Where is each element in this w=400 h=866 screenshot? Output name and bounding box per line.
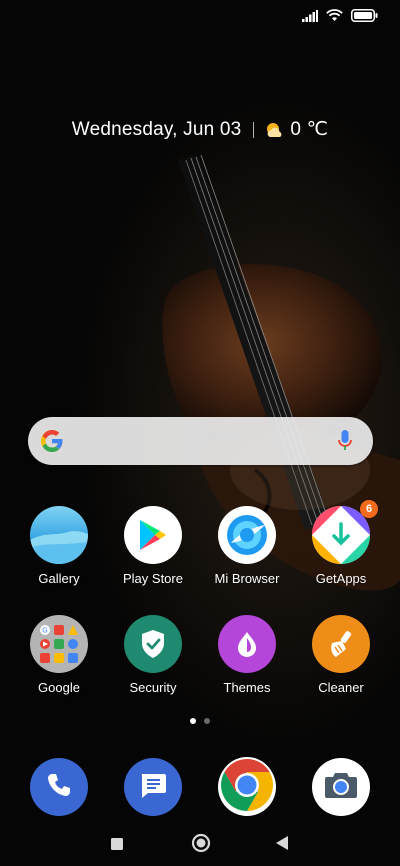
page-dot — [204, 718, 210, 724]
battery-icon — [351, 9, 378, 27]
play-store-icon — [124, 506, 182, 564]
app-mi-browser[interactable]: Mi Browser — [200, 506, 294, 596]
home-screen: Wednesday, Jun 03 0 ℃ Gallery Play Store… — [0, 0, 400, 866]
app-play-store[interactable]: Play Store — [106, 506, 200, 596]
date-weather-widget[interactable]: Wednesday, Jun 03 0 ℃ — [0, 118, 400, 141]
svg-text:G: G — [42, 628, 47, 635]
wifi-icon — [326, 9, 343, 27]
microphone-icon[interactable] — [337, 429, 353, 458]
dock-phone[interactable] — [30, 758, 88, 816]
app-label: GetApps — [315, 571, 367, 586]
themes-icon — [218, 615, 276, 673]
app-getapps[interactable]: 6 GetApps — [294, 500, 388, 596]
app-label: Play Store — [123, 571, 183, 586]
home-circle-icon[interactable] — [191, 833, 211, 858]
date-text: Wednesday, Jun 03 — [71, 118, 242, 140]
navigation-bar — [0, 830, 400, 856]
app-label: Google — [38, 680, 80, 695]
recents-square-icon[interactable] — [111, 837, 123, 855]
page-dot-active — [190, 718, 196, 724]
google-g-icon — [40, 429, 64, 458]
security-shield-icon — [124, 615, 182, 673]
getapps-icon: 6 — [312, 500, 378, 564]
mi-browser-icon — [218, 506, 276, 564]
messages-icon — [138, 771, 168, 804]
google-search-bar[interactable] — [28, 417, 373, 465]
app-cleaner[interactable]: Cleaner — [294, 615, 388, 705]
status-bar — [302, 8, 378, 28]
gallery-icon — [30, 506, 88, 564]
app-gallery[interactable]: Gallery — [12, 506, 106, 596]
dock-chrome[interactable] — [218, 756, 276, 819]
notification-badge: 6 — [360, 500, 378, 518]
page-indicator[interactable] — [0, 718, 400, 724]
app-label: Security — [129, 680, 177, 695]
phone-icon — [45, 771, 73, 804]
camera-icon — [323, 770, 359, 805]
google-folder-icon: G — [30, 615, 88, 673]
app-google-folder[interactable]: G Google — [12, 615, 106, 705]
app-label: Cleaner — [318, 680, 364, 695]
partly-sunny-icon — [264, 120, 284, 140]
app-themes[interactable]: Themes — [200, 615, 294, 705]
temperature-text: 0 ℃ — [290, 119, 329, 140]
app-label: Gallery — [38, 571, 80, 586]
dock-messages[interactable] — [124, 758, 182, 816]
back-triangle-icon[interactable] — [276, 836, 288, 855]
divider — [253, 121, 255, 138]
app-security[interactable]: Security — [106, 615, 200, 705]
app-label: Mi Browser — [214, 571, 280, 586]
cleaner-brush-icon — [312, 615, 370, 673]
chrome-icon — [218, 756, 276, 819]
dock-camera[interactable] — [312, 758, 370, 816]
app-label: Themes — [223, 680, 271, 695]
signal-icon — [302, 9, 318, 27]
